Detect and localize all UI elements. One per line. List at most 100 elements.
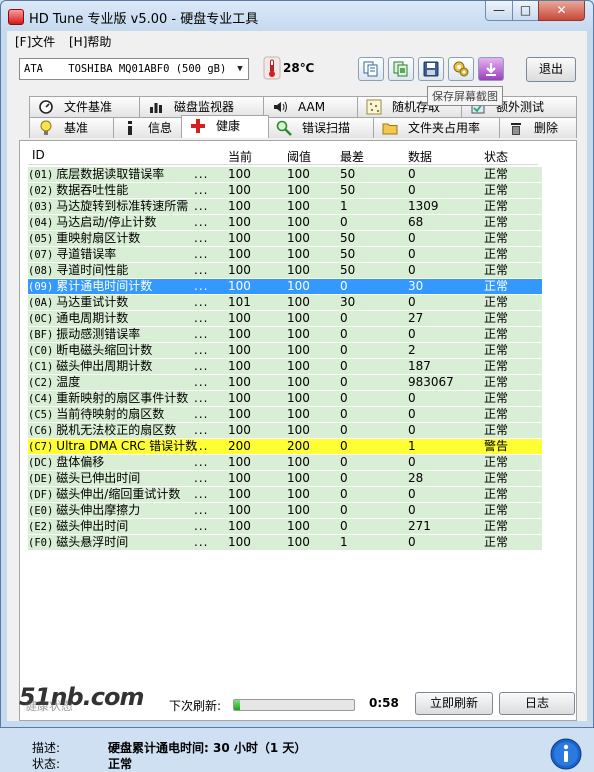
cell-status: 正常	[480, 455, 542, 470]
table-row[interactable]: (07) 寻道错误率... 100 100 50 0 正常	[28, 246, 542, 262]
random-access-icon	[366, 99, 382, 115]
refresh-progress-bar	[233, 699, 355, 711]
attribute-name: 盘体偏移	[56, 455, 105, 469]
table-row[interactable]: (C6) 脱机无法校正的扇区数... 100 100 0 0 正常	[28, 422, 542, 438]
table-row[interactable]: (0C) 通电周期计数... 100 100 0 27 正常	[28, 310, 542, 326]
table-row[interactable]: (C4) 重新映射的扇区事件计数... 100 100 0 0 正常	[28, 390, 542, 406]
copy-screenshot-icon	[393, 61, 408, 77]
table-row[interactable]: (09) 累计通电时间计数... 100 100 0 30 正常	[28, 278, 542, 294]
table-row[interactable]: (02) 数据吞吐性能... 100 100 50 0 正常	[28, 182, 542, 198]
refresh-now-button[interactable]: 立即刷新	[415, 692, 493, 715]
cell-status: 正常	[480, 167, 542, 182]
cell-status: 正常	[480, 519, 542, 534]
cell-worst: 0	[336, 327, 408, 342]
cell-threshold: 100	[283, 327, 340, 342]
cell-status: 正常	[480, 311, 542, 326]
app-window: HD Tune 专业版 v5.00 - 硬盘专业工具 — □ ✕ [F]文件 […	[0, 0, 594, 771]
cell-threshold: 100	[283, 375, 340, 390]
table-row[interactable]: (DE) 磁头已伸出时间... 100 100 0 28 正常	[28, 470, 542, 486]
attribute-name: 磁头已伸出时间	[56, 471, 141, 485]
table-row[interactable]: (E2) 磁头伸出时间... 100 100 0 271 正常	[28, 518, 542, 534]
download-button[interactable]	[478, 57, 504, 81]
cell-worst: 50	[336, 231, 408, 246]
cell-threshold: 200	[283, 439, 340, 454]
attribute-dots: ...	[194, 167, 209, 181]
close-button[interactable]: ✕	[538, 1, 585, 21]
table-row[interactable]: (DF) 磁头伸出/缩回重试计数... 100 100 0 0 正常	[28, 486, 542, 502]
cell-data: 0	[404, 295, 484, 310]
table-row[interactable]: (F0) 磁头悬浮时间... 100 100 1 0 正常	[28, 534, 542, 550]
tab-file-benchmark[interactable]: 文件基准	[29, 96, 141, 117]
maximize-button[interactable]: □	[512, 1, 539, 21]
tab-info[interactable]: 信息	[113, 117, 183, 138]
next-refresh-label: 下次刷新:	[169, 699, 222, 713]
info-icon[interactable]	[550, 738, 582, 770]
cell-current: 100	[224, 455, 283, 470]
table-row[interactable]: (C2) 温度... 100 100 0 983067 正常	[28, 374, 542, 390]
table-row[interactable]: (03) 马达旋转到标准转速所需... 100 100 1 1309 正常	[28, 198, 542, 214]
table-row[interactable]: (C7) Ultra DMA CRC 错误计数... 200 200 0 1 警告	[28, 438, 542, 454]
menu-help[interactable]: [H]帮助	[69, 33, 111, 50]
copy-text-button[interactable]	[358, 57, 384, 81]
cell-threshold: 100	[283, 471, 340, 486]
attribute-dots: ...	[194, 263, 209, 277]
cell-threshold: 100	[283, 535, 340, 550]
tab-erase[interactable]: 删除	[499, 117, 577, 138]
cell-id: (07) 寻道错误率...	[28, 247, 224, 262]
attribute-code: (E0)	[28, 505, 54, 517]
table-row[interactable]: (01) 底层数据读取错误率... 100 100 50 0 正常	[28, 166, 542, 182]
drive-select[interactable]: ATA TOSHIBA MQ01ABF0 (500 gB) ▼	[19, 58, 249, 80]
attribute-name: 振动感测错误率	[56, 327, 141, 341]
table-row[interactable]: (DC) 盘体偏移... 100 100 0 0 正常	[28, 454, 542, 470]
attribute-code: (09)	[28, 281, 54, 293]
cell-worst: 0	[336, 279, 408, 294]
table-row[interactable]: (0A) 马达重试计数... 101 100 30 0 正常	[28, 294, 542, 310]
attribute-dots: ...	[194, 199, 209, 213]
tab-benchmark[interactable]: 基准	[29, 117, 115, 138]
table-row[interactable]: (C5) 当前待映射的扇区数... 100 100 0 0 正常	[28, 406, 542, 422]
attribute-code: (C0)	[28, 345, 54, 357]
header-status[interactable]: 状态	[484, 148, 508, 165]
error-scan-icon	[276, 120, 292, 136]
tab-error-scan[interactable]: 错误扫描	[267, 117, 375, 138]
options-button[interactable]	[448, 57, 474, 81]
tab-folder-usage[interactable]: 文件夹占用率	[373, 117, 501, 138]
attribute-dots: ...	[194, 407, 209, 421]
tab-health[interactable]: 健康	[181, 115, 269, 138]
tab-label: 错误扫描	[302, 121, 351, 135]
header-current[interactable]: 当前	[228, 148, 252, 165]
table-row[interactable]: (05) 重映射扇区计数... 100 100 50 0 正常	[28, 230, 542, 246]
table-row[interactable]: (C1) 磁头伸出周期计数... 100 100 0 187 正常	[28, 358, 542, 374]
chevron-down-icon[interactable]: ▼	[232, 59, 248, 79]
table-row[interactable]: (C0) 断电磁头缩回计数... 100 100 0 2 正常	[28, 342, 542, 358]
table-row[interactable]: (04) 马达启动/停止计数... 100 100 0 68 正常	[28, 214, 542, 230]
header-data[interactable]: 数据	[408, 148, 432, 165]
cell-threshold: 100	[283, 455, 340, 470]
cell-status: 正常	[480, 423, 542, 438]
copy-screenshot-button[interactable]	[388, 57, 414, 81]
table-row[interactable]: (08) 寻道时间性能... 100 100 50 0 正常	[28, 262, 542, 278]
attribute-name: 寻道时间性能	[56, 263, 129, 277]
cell-worst: 0	[336, 487, 408, 502]
exit-button[interactable]: 退出	[526, 57, 576, 82]
header-threshold[interactable]: 阈值	[287, 148, 311, 165]
menu-file[interactable]: [F]文件	[15, 33, 55, 50]
cell-data: 30	[404, 279, 484, 294]
cell-threshold: 100	[283, 167, 340, 182]
tab-disk-monitor[interactable]: 磁盘监视器	[139, 96, 265, 117]
header-worst[interactable]: 最差	[340, 148, 364, 165]
cell-worst: 50	[336, 183, 408, 198]
attribute-code: (05)	[28, 233, 54, 245]
title-bar[interactable]: HD Tune 专业版 v5.00 - 硬盘专业工具 — □ ✕	[1, 1, 593, 31]
save-screenshot-button[interactable]	[418, 57, 444, 81]
log-button[interactable]: 日志	[499, 692, 575, 715]
cell-data: 28	[404, 471, 484, 486]
table-row[interactable]: (E0) 磁头伸出摩擦力... 100 100 0 0 正常	[28, 502, 542, 518]
cell-worst: 0	[336, 343, 408, 358]
cell-worst: 0	[336, 471, 408, 486]
header-id[interactable]: ID	[32, 148, 45, 162]
minimize-button[interactable]: —	[485, 1, 513, 21]
tab-aam[interactable]: AAM	[263, 96, 359, 117]
app-icon	[8, 9, 24, 25]
table-row[interactable]: (BF) 振动感测错误率... 100 100 0 0 正常	[28, 326, 542, 342]
